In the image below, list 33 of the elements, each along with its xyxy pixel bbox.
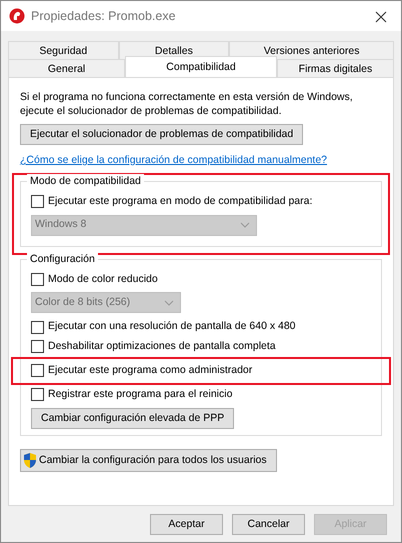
checkbox-label[interactable]: Ejecutar este programa en modo de compatibilidad para: [48, 194, 312, 210]
dialog-button[interactable]: Aceptar [150, 514, 223, 535]
checkbox[interactable] [31, 340, 44, 354]
tab[interactable]: General [8, 59, 126, 77]
checkbox-label[interactable]: Deshabilitar optimizaciones de pantalla completa [48, 339, 276, 355]
app-icon [9, 8, 25, 24]
checkbox[interactable] [31, 272, 44, 286]
group-title: Configuración [27, 252, 98, 268]
group-title: Modo de compatibilidad [27, 174, 144, 190]
tab[interactable]: Compatibilidad [125, 56, 277, 77]
checkbox[interactable] [31, 320, 44, 334]
all-users-button[interactable]: Cambiar la configuración para todos los usuarios [20, 449, 277, 472]
checkbox[interactable] [31, 364, 44, 378]
checkbox-label[interactable]: Ejecutar este programa como administrador [48, 362, 252, 378]
intro-text: Si el programa no funciona correctamente en esta versión de Windows, ejecute el solucionador de problemas de compatibilidad. [20, 90, 354, 118]
tab[interactable]: Versiones anteriores [229, 41, 394, 59]
settings-button[interactable]: Cambiar configuración elevada de PPP [31, 408, 234, 430]
checkbox-label[interactable]: Ejecutar con una resolución de pantalla de 640 x 480 [48, 319, 296, 335]
checkbox[interactable] [31, 388, 44, 401]
window-title: Propiedades: Promob.exe [31, 8, 176, 25]
chevron-icon [240, 222, 250, 228]
shield-icon [22, 452, 38, 470]
dialog-button[interactable]: Cancelar [232, 514, 305, 535]
tab[interactable]: Firmas digitales [276, 59, 394, 77]
troubleshooter-button[interactable]: Ejecutar el solucionador de problemas de compatibilidad [20, 124, 304, 145]
help-link[interactable]: ¿Cómo se elige la configuración de compatibilidad manualmente? [20, 153, 328, 169]
checkbox-label[interactable]: Registrar este programa para el reinicio [48, 386, 232, 402]
dropdown: Color de 8 bits (256) [31, 292, 181, 314]
chevron-icon [164, 300, 174, 306]
checkbox-label[interactable]: Modo de color reducido [48, 272, 158, 288]
dropdown: Windows 8 [31, 214, 257, 236]
checkbox[interactable] [31, 195, 44, 208]
tab[interactable]: Seguridad [8, 41, 119, 59]
